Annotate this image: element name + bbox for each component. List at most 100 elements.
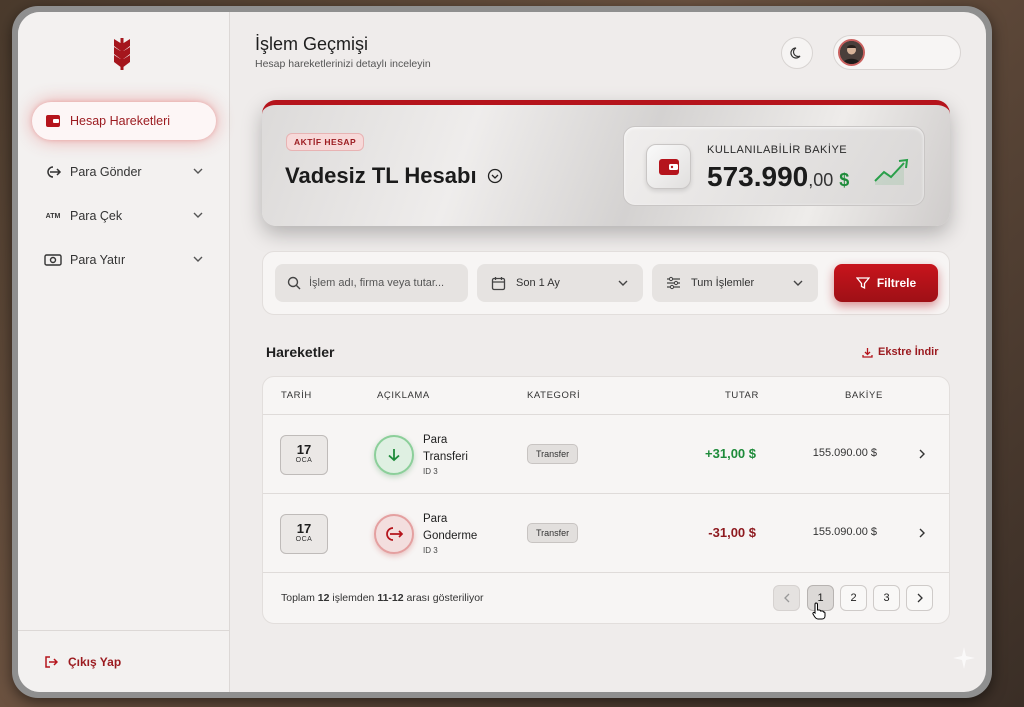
pagination-middle: işlemden [329,592,378,604]
cash-icon [44,251,62,269]
chevron-down-icon [193,212,203,218]
chevron-right-icon[interactable] [917,527,927,539]
transaction-name: Para Transferi [423,434,468,463]
wallet-icon [658,158,679,175]
date-box: 17 OCA [280,435,328,475]
sidebar-item-para-cek[interactable]: ATM Para Çek [32,197,216,235]
account-name: Vadesiz TL Hesabı [285,163,477,188]
balance-currency: $ [839,170,850,190]
table-row[interactable]: 17 OCA Para Gonderme ID 3 Transfer -31,0… [263,494,949,573]
sidebar-item-label: Para Gönder [70,165,142,179]
moon-icon [790,47,801,59]
page-button-3[interactable]: 3 [873,585,900,611]
page-button-2[interactable]: 2 [840,585,867,611]
balance-panel: KULLANILABİLİR BAKİYE 573.990,00 $ [623,126,925,206]
incoming-arrow-icon [374,435,414,475]
main-content: İşlem Geçmişi Hesap hareketlerinizi deta… [230,12,986,692]
section-title: Hareketler [266,344,335,360]
sparkle-icon [953,647,975,669]
sidebar-item-label: Hesap Hareketleri [70,114,171,128]
search-icon [287,276,301,290]
app-frame: Hesap Hareketleri Para Gönder ATM Para Ç… [12,6,992,698]
chevron-right-icon[interactable] [917,448,927,460]
wallet-icon [44,112,62,130]
atm-icon: ATM [45,212,61,220]
date-month: OCA [295,536,313,543]
download-icon [862,347,873,358]
transaction-id: ID 3 [423,467,438,476]
transaction-amount: -31,00 $ [708,525,756,540]
logout-icon [45,655,58,668]
table-header: TARİH AÇIKLAMA KATEGORİ TUTAR BAKİYE [263,377,949,415]
filter-button[interactable]: Filtrele [834,264,938,302]
hand-cursor-icon [812,602,826,620]
type-select[interactable]: Tum İşlemler [652,264,818,302]
profile-menu[interactable] [833,35,961,70]
sidebar-item-label: Para Yatır [70,253,126,267]
balance-decimal: ,00 [808,170,834,190]
period-select[interactable]: Son 1 Ay [477,264,643,302]
column-header-amount: TUTAR [725,390,759,401]
page-subtitle: Hesap hareketlerinizi detaylı inceleyin [255,58,431,70]
export-statement-button[interactable]: Ekstre İndir [862,346,939,358]
period-value: Son 1 Ay [516,277,560,289]
transaction-name: Para Gonderme [423,513,478,542]
date-day: 17 [296,521,312,536]
transaction-balance: 155.090.00 $ [812,447,877,459]
column-header-category: KATEGORİ [527,390,581,401]
send-money-icon [374,514,414,554]
sliders-icon [667,276,680,290]
trend-up-icon [874,158,909,185]
account-selector[interactable]: Vadesiz TL Hesabı [285,163,503,189]
send-money-icon [44,163,62,181]
pagination-prefix: Toplam [281,592,318,604]
chevron-down-circle-icon [487,168,502,184]
transaction-amount: +31,00 $ [705,446,756,461]
sidebar-item-hesap-hareketleri[interactable]: Hesap Hareketleri [32,102,216,140]
pagination-info: Toplam 12 işlemden 11-12 arası gösterili… [281,592,484,604]
wheat-logo-icon [114,38,130,70]
category-badge: Transfer [527,444,579,464]
date-day: 17 [296,442,312,457]
logout-button[interactable]: Çıkış Yap [18,630,230,692]
sidebar-item-label: Para Çek [70,209,123,223]
avatar [838,39,865,66]
app-window: Hesap Hareketleri Para Gönder ATM Para Ç… [18,12,986,692]
balance-integer: 573.990 [707,161,809,192]
chevron-down-icon [193,256,203,262]
next-page-button[interactable] [906,585,933,611]
chevron-right-icon [917,593,923,603]
category-badge: Transfer [527,523,579,543]
theme-toggle-button[interactable] [781,37,813,69]
balance-label: KULLANILABİLİR BAKİYE [707,144,848,156]
logout-label: Çıkış Yap [68,654,122,669]
sidebar: Hesap Hareketleri Para Gönder ATM Para Ç… [18,12,230,692]
filter-bar: İşlem adı, firma veya tutar... Son 1 Ay … [262,251,950,315]
transaction-balance: 155.090.00 $ [812,526,877,538]
pagination-suffix: arası gösteriliyor [403,592,484,604]
calendar-icon [491,276,506,290]
column-header-description: AÇIKLAMA [377,390,430,401]
sidebar-item-para-gonder[interactable]: Para Gönder [32,153,216,191]
transactions-table: TARİH AÇIKLAMA KATEGORİ TUTAR BAKİYE 17 … [262,376,950,624]
pagination-range: 11-12 [377,592,404,604]
transaction-id: ID 3 [423,546,438,555]
export-label: Ekstre İndir [878,346,939,358]
table-row[interactable]: 17 OCA Para Transferi ID 3 Transfer +31,… [263,415,949,494]
prev-page-button[interactable] [773,585,800,611]
column-header-balance: BAKİYE [845,390,883,401]
type-value: Tum İşlemler [691,277,755,289]
search-placeholder: İşlem adı, firma veya tutar... [309,277,445,289]
wallet-tile [646,144,691,189]
filter-button-label: Filtrele [876,276,917,290]
date-box: 17 OCA [280,514,328,554]
balance-amount: 573.990,00 $ [707,161,849,193]
pagination-total: 12 [317,592,330,604]
filter-icon [855,277,870,290]
chevron-down-icon [193,168,203,174]
chevron-down-icon [793,280,803,286]
page-title: İşlem Geçmişi [255,34,369,54]
sidebar-item-para-yatir[interactable]: Para Yatır [32,241,216,279]
account-card: AKTİF HESAP Vadesiz TL Hesabı KULLANILAB… [262,100,950,226]
search-input[interactable]: İşlem adı, firma veya tutar... [275,264,468,302]
